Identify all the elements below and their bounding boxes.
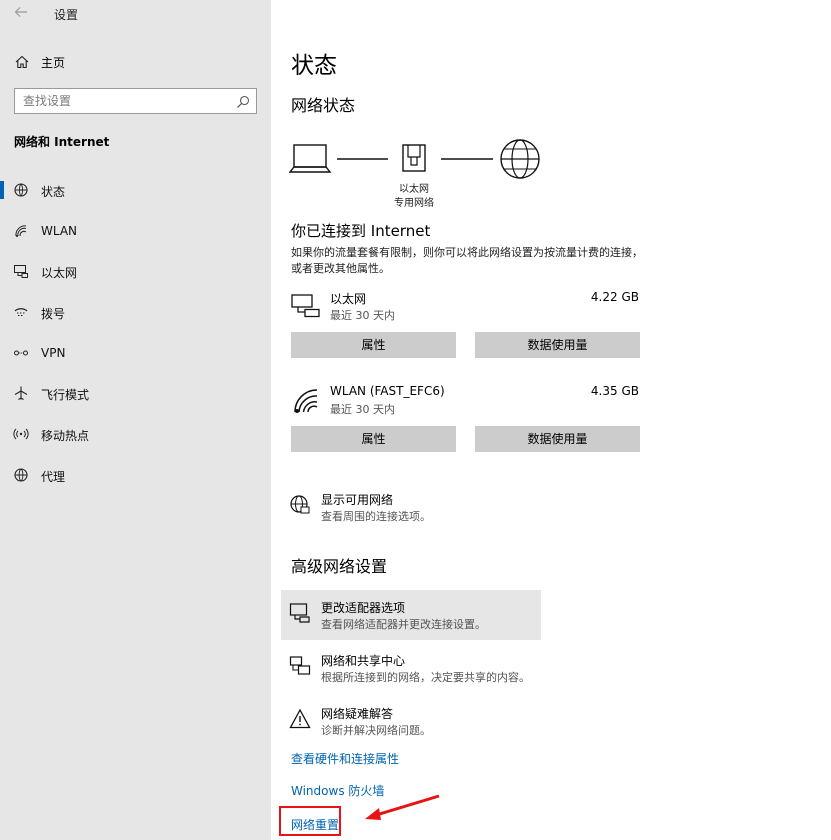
network-adapter-icon (289, 602, 311, 624)
network-diagram-graphic (288, 139, 540, 179)
title-bar: 设置 (0, 0, 271, 28)
status-icon (13, 182, 29, 198)
sidebar-nav-list: 状态 WLAN 以太网 拨号 VPN 飞行模式 移动热点 代理 (0, 170, 271, 496)
sidebar-item-proxy[interactable]: 代理 (0, 455, 271, 496)
ethernet-icon (291, 292, 321, 318)
annotation-highlight-box (279, 806, 341, 836)
back-arrow-icon[interactable] (12, 5, 30, 23)
change-adapter-options[interactable]: 更改适配器选项 查看网络适配器并更改连接设置。 (281, 590, 541, 640)
ethernet-icon (13, 263, 29, 279)
connection-period: 最近 30 天内 (330, 309, 395, 322)
view-hardware-properties-link[interactable]: 查看硬件和连接属性 (291, 750, 399, 767)
sidebar-item-airplane-mode[interactable]: 飞行模式 (0, 373, 271, 414)
globe-network-icon (289, 494, 311, 516)
sidebar: 设置 主页 网络和 Internet 状态 WLAN (0, 0, 271, 840)
sharing-center-icon (289, 655, 311, 677)
network-status-title: 网络状态 (291, 96, 356, 115)
sidebar-item-label: 以太网 (41, 266, 78, 281)
sidebar-item-label: VPN (41, 345, 66, 360)
row-title: 更改适配器选项 (321, 601, 406, 615)
sidebar-item-label: 拨号 (41, 307, 66, 322)
sidebar-item-label: 状态 (41, 185, 66, 199)
connection-data-size: 4.22 GB (590, 290, 639, 304)
sidebar-item-vpn[interactable]: VPN (0, 333, 271, 374)
sidebar-item-wlan[interactable]: WLAN (0, 211, 271, 252)
dialup-icon (13, 304, 29, 320)
wifi-icon (13, 223, 29, 239)
vpn-icon (13, 345, 29, 361)
advanced-settings-title: 高级网络设置 (291, 557, 388, 576)
annotation-arrow (365, 794, 440, 820)
connection-period: 最近 30 天内 (330, 403, 395, 416)
network-sharing-center[interactable]: 网络和共享中心 根据所连接到的网络，决定要共享的内容。 (281, 643, 541, 693)
main-content: 状态 网络状态 以太网 专用网络 你已连接到 Internet 如果你的流量套餐… (271, 0, 831, 840)
network-diagram: 以太网 专用网络 (288, 136, 549, 212)
wlan-data-usage-button[interactable]: 数据使用量 (475, 426, 640, 452)
search-icon[interactable] (236, 94, 250, 108)
wlan-properties-button[interactable]: 属性 (291, 426, 456, 452)
warning-triangle-icon (289, 708, 311, 730)
sidebar-item-label: 飞行模式 (41, 388, 90, 403)
app-title: 设置 (54, 8, 79, 22)
row-title: 显示可用网络 (321, 493, 394, 507)
connection-ethernet: 以太网 4.22 GB 最近 30 天内 (291, 290, 641, 322)
ethernet-data-usage-button[interactable]: 数据使用量 (475, 332, 640, 358)
row-description: 查看周围的连接选项。 (321, 510, 431, 523)
row-description: 根据所连接到的网络，决定要共享的内容。 (321, 671, 530, 684)
row-description: 诊断并解决网络问题。 (321, 724, 431, 737)
row-title: 网络和共享中心 (321, 654, 406, 668)
ethernet-plug-icon (402, 144, 426, 172)
sidebar-item-ethernet[interactable]: 以太网 (0, 251, 271, 292)
home-label: 主页 (41, 56, 66, 70)
row-title: 网络疑难解答 (321, 707, 394, 721)
sidebar-item-label: 移动热点 (41, 429, 90, 444)
diagram-ethernet-label: 以太网 (399, 184, 429, 195)
page-title: 状态 (291, 53, 337, 79)
connected-description: 如果你的流量套餐有限制，则你可以将此网络设置为按流量计费的连接，或者更改其他属性… (291, 246, 643, 275)
ethernet-properties-button[interactable]: 属性 (291, 332, 456, 358)
connection-name: WLAN (FAST_EFC6) (330, 384, 445, 398)
sidebar-item-label: WLAN (41, 223, 78, 238)
hotspot-icon (13, 426, 29, 442)
connection-data-size: 4.35 GB (590, 384, 639, 398)
network-troubleshooter[interactable]: 网络疑难解答 诊断并解决网络问题。 (281, 696, 541, 746)
search-input[interactable] (23, 89, 233, 113)
connection-wlan: WLAN (FAST_EFC6) 4.35 GB 最近 30 天内 (291, 384, 641, 416)
sidebar-item-dialup[interactable]: 拨号 (0, 292, 271, 333)
diagram-network-type-label: 专用网络 (394, 198, 434, 209)
home-icon (14, 54, 30, 70)
connected-title: 你已连接到 Internet (291, 222, 431, 240)
airplane-icon (13, 385, 29, 401)
sidebar-item-status[interactable]: 状态 (0, 170, 271, 211)
laptop-icon (288, 144, 332, 173)
sidebar-item-label: 代理 (41, 469, 66, 484)
sidebar-section-title: 网络和 Internet (14, 135, 110, 149)
sidebar-item-hotspot[interactable]: 移动热点 (0, 414, 271, 455)
show-available-networks[interactable]: 显示可用网络 查看周围的连接选项。 (281, 482, 541, 532)
search-box[interactable] (14, 88, 257, 114)
connection-name: 以太网 (330, 292, 367, 306)
sidebar-item-home[interactable]: 主页 (0, 48, 271, 76)
row-description: 查看网络适配器并更改连接设置。 (321, 618, 486, 631)
globe-icon (13, 467, 29, 483)
wifi-icon (291, 386, 321, 413)
internet-globe-icon (500, 139, 540, 179)
